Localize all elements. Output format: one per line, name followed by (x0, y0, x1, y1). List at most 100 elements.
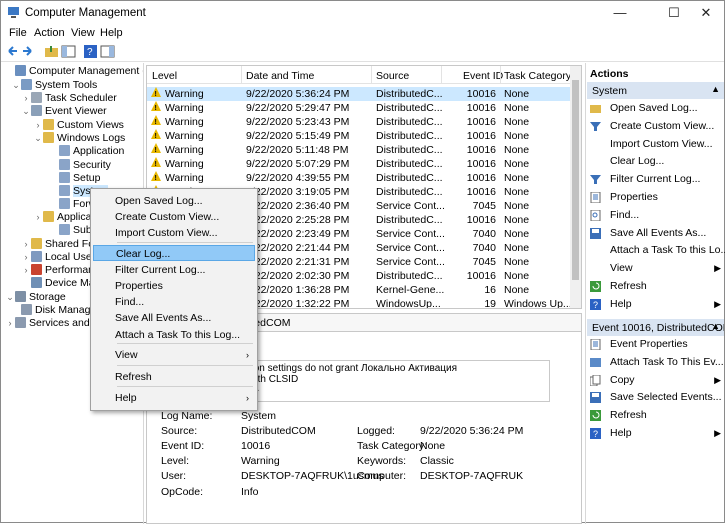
tree-item[interactable]: Computer Management (Local (5, 65, 143, 78)
context-menu-item[interactable]: Properties (93, 278, 255, 294)
column-divider[interactable] (241, 66, 242, 84)
expand-arrow-icon[interactable]: › (5, 317, 15, 330)
action-item[interactable]: Open Saved Log... (590, 101, 724, 116)
action-item[interactable]: Clear Log... (590, 154, 724, 169)
action-item[interactable]: Find... (590, 208, 724, 223)
context-menu-item[interactable]: View › (93, 347, 255, 363)
find-icon (590, 209, 601, 221)
table-row[interactable]: Warning 9/22/2020 5:11:48 PM DistributedC.… (147, 143, 572, 158)
context-menu-item[interactable]: Create Custom View... (93, 209, 255, 225)
action-item[interactable]: Save Selected Events... (590, 390, 724, 405)
action-item[interactable]: Attach a Task To this Lo... (590, 243, 725, 258)
tree-item[interactable]: ⌄ Windows Logs (33, 132, 125, 145)
expand-arrow-icon[interactable]: ⌄ (21, 105, 31, 118)
context-menu-item[interactable]: Filter Current Log... (93, 262, 255, 278)
close-button[interactable]: ✕ (686, 1, 725, 25)
context-menu-item[interactable]: Find... (93, 294, 255, 310)
action-item[interactable]: Import Custom View... (590, 137, 724, 152)
help-icon[interactable]: ? (83, 44, 98, 59)
table-row[interactable]: Warning 9/22/2020 5:07:29 PM DistributedC.… (147, 157, 572, 172)
tree-item[interactable]: Application (49, 145, 124, 158)
context-menu-item[interactable]: Attach a Task To this Log... (93, 327, 255, 343)
action-item[interactable]: Create Custom View... (590, 119, 724, 134)
context-menu-item[interactable]: Help › (93, 390, 255, 406)
action-item[interactable]: Event Properties (590, 337, 724, 352)
tree-item[interactable]: Security (49, 159, 111, 172)
action-item[interactable]: Copy ▶ (590, 373, 724, 388)
minimize-button[interactable]: — (600, 1, 640, 25)
tree-item[interactable]: ⌄ Storage (5, 291, 66, 304)
column-divider[interactable] (371, 66, 372, 84)
expand-arrow-icon[interactable]: ⌄ (11, 79, 21, 92)
menu-action[interactable]: Action (34, 27, 65, 39)
table-cell: None (504, 172, 530, 184)
warning-icon (151, 143, 161, 158)
scrollbar-thumb[interactable] (572, 80, 579, 280)
tree-item[interactable]: ⌄ Event Viewer (21, 105, 107, 118)
table-cell: Warning (165, 102, 204, 114)
column-header-source[interactable]: Source (376, 70, 409, 82)
column-divider[interactable] (500, 66, 501, 84)
column-header-event-id[interactable]: Event ID (463, 70, 503, 82)
action-item[interactable]: Refresh (590, 408, 724, 423)
column-divider[interactable] (441, 66, 442, 84)
context-menu-item[interactable]: Clear Log... (93, 245, 255, 261)
expand-arrow-icon[interactable]: › (21, 238, 31, 251)
action-item[interactable]: Properties (590, 190, 724, 205)
actions-section-system-label: System (592, 85, 628, 97)
tree-item[interactable]: › Custom Views (33, 119, 124, 132)
expand-arrow-icon[interactable]: › (21, 264, 31, 277)
menu-help[interactable]: Help (100, 27, 123, 39)
expand-arrow-icon[interactable]: ⌄ (5, 291, 15, 304)
forward-arrow-icon[interactable] (20, 44, 35, 59)
logged-value: 9/22/2020 5:36:24 PM (420, 425, 524, 437)
action-label: Create Custom View... (610, 119, 715, 132)
context-menu-item[interactable]: Save All Events As... (93, 310, 255, 326)
menu-view[interactable]: View (71, 27, 95, 39)
context-menu-item[interactable]: Import Custom View... (93, 225, 255, 241)
context-menu-label: Import Custom View... (115, 227, 218, 239)
column-header-date[interactable]: Date and Time (246, 70, 314, 82)
grid-scrollbar[interactable] (570, 66, 581, 308)
table-cell: DistributedC... (376, 102, 443, 114)
expand-arrow-icon[interactable]: › (21, 92, 31, 105)
show-hide-action-pane-icon[interactable] (100, 44, 115, 59)
action-item[interactable]: Attach Task To This Ev... (590, 355, 724, 370)
back-arrow-icon[interactable] (5, 44, 20, 59)
action-item[interactable]: Save All Events As... (590, 226, 724, 241)
actions-section-system[interactable]: System ▲ (587, 82, 724, 99)
action-label: Refresh (610, 409, 647, 422)
table-cell: Warning (165, 158, 204, 170)
column-header-level[interactable]: Level (152, 70, 177, 82)
actions-section-event[interactable]: Event 10016, DistributedCOM ▲ (587, 319, 724, 336)
table-row[interactable]: Warning 9/22/2020 5:29:47 PM DistributedC.… (147, 101, 572, 116)
action-item[interactable]: View ▶ (590, 261, 724, 276)
menu-file[interactable]: File (9, 27, 27, 39)
context-menu-item[interactable]: Open Saved Log... (93, 193, 255, 209)
context-menu-item[interactable]: Refresh (93, 369, 255, 385)
column-header-task-category[interactable]: Task Category (504, 70, 571, 82)
show-hide-console-tree-icon[interactable] (61, 44, 76, 59)
action-item[interactable]: Refresh (590, 279, 724, 294)
collapse-arrow-icon[interactable]: ▲ (711, 84, 720, 94)
table-cell: 7040 (472, 228, 496, 240)
expand-arrow-icon[interactable]: ⌄ (33, 132, 43, 145)
tree-item-label: Computer Management (Local (29, 65, 143, 77)
tree-node-icon (31, 105, 42, 116)
table-row[interactable]: Warning 9/22/2020 4:39:55 PM DistributedC.… (147, 171, 572, 186)
menu-separator (117, 365, 253, 366)
expand-arrow-icon[interactable]: › (33, 119, 43, 132)
collapse-arrow-icon[interactable]: ▲ (711, 321, 720, 331)
table-row[interactable]: Warning 9/22/2020 5:15:49 PM DistributedC.… (147, 129, 572, 144)
action-item[interactable]: ? Help ▶ (590, 297, 724, 312)
action-item[interactable]: Filter Current Log... (590, 172, 724, 187)
action-item[interactable]: ? Help ▶ (590, 426, 724, 441)
up-folder-icon[interactable] (44, 44, 59, 59)
expand-arrow-icon[interactable]: › (21, 251, 31, 264)
tree-item[interactable]: › Task Scheduler (21, 92, 117, 105)
tree-item[interactable]: ⌄ System Tools (11, 79, 97, 92)
table-row[interactable]: Warning 9/22/2020 5:23:43 PM DistributedC.… (147, 115, 572, 130)
table-row[interactable]: Warning 9/22/2020 5:36:24 PM DistributedC.… (147, 87, 572, 102)
tree-item[interactable]: Setup (49, 172, 100, 185)
expand-arrow-icon[interactable]: › (33, 211, 43, 224)
